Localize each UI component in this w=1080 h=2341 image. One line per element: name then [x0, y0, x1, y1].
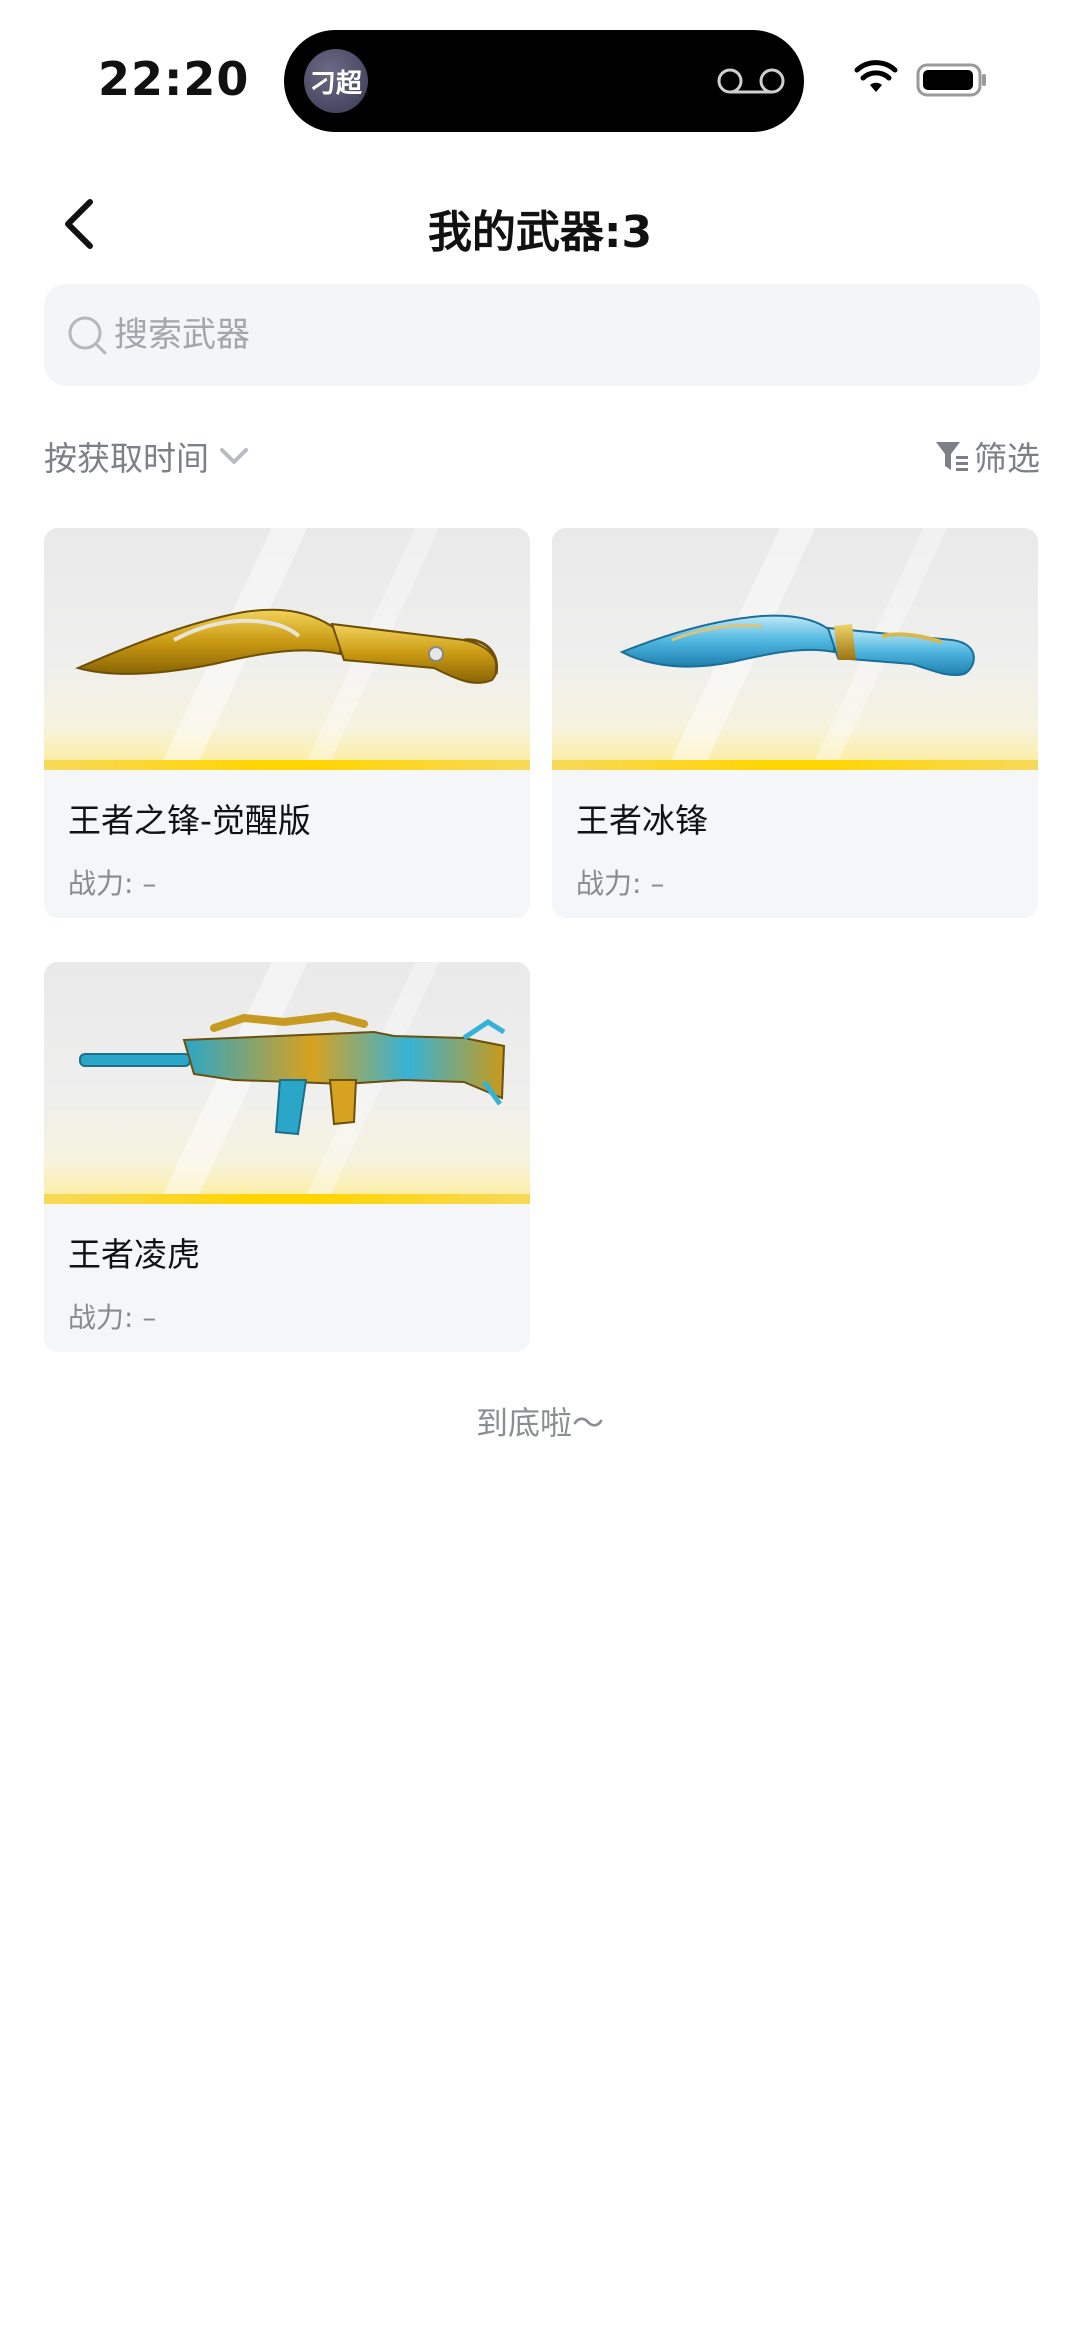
toolbar: 按获取时间 筛选	[44, 428, 1040, 484]
dynamic-island[interactable]: 刁超	[284, 30, 804, 132]
golden-kukri-knife-icon	[75, 608, 499, 684]
weapon-card[interactable]: 王者之锋-觉醒版 战力: –	[44, 528, 530, 918]
weapon-name: 王者之锋-觉醒版	[68, 801, 311, 840]
gold-cyan-assault-rifle-icon	[79, 1011, 506, 1136]
weapon-card[interactable]: 王者凌虎 战力: –	[44, 962, 530, 1352]
weapon-power: 战力: –	[68, 1301, 157, 1334]
page-title: 我的武器:3	[427, 207, 653, 258]
weapon-image	[552, 528, 1038, 770]
sort-label: 按获取时间	[44, 439, 209, 478]
search-icon	[68, 316, 107, 355]
rarity-stripe	[44, 760, 530, 770]
weapon-image	[44, 528, 530, 770]
chevron-down-icon	[220, 448, 248, 464]
search-box[interactable]	[44, 284, 1040, 386]
filter-label: 筛选	[974, 439, 1040, 478]
weapon-power: 战力: –	[68, 867, 157, 900]
weapon-card[interactable]: 王者冰锋 战力: –	[552, 528, 1038, 918]
weapon-power: 战力: –	[576, 867, 665, 900]
battery-icon	[916, 63, 986, 97]
ice-blue-kukri-knife-icon	[619, 614, 975, 676]
list-end-text: 到底啦～	[475, 1404, 604, 1442]
nav-bar: 我的武器:3	[0, 180, 1080, 270]
weapon-image	[44, 962, 530, 1204]
rarity-stripe	[44, 1194, 530, 1204]
filter-icon	[936, 442, 968, 471]
status-time: 22:20	[98, 52, 250, 106]
sort-dropdown[interactable]: 按获取时间	[44, 428, 251, 484]
status-bar: 22:20 刁超	[0, 0, 1080, 150]
filter-button[interactable]: 筛选	[934, 428, 1040, 484]
voicemail-icon	[717, 68, 785, 94]
island-app-avatar[interactable]: 刁超	[304, 49, 368, 113]
rarity-stripe	[552, 760, 1038, 770]
weapon-name: 王者凌虎	[68, 1235, 200, 1274]
weapon-name: 王者冰锋	[576, 801, 708, 840]
search-input[interactable]	[114, 284, 1014, 386]
wifi-icon	[854, 60, 898, 92]
